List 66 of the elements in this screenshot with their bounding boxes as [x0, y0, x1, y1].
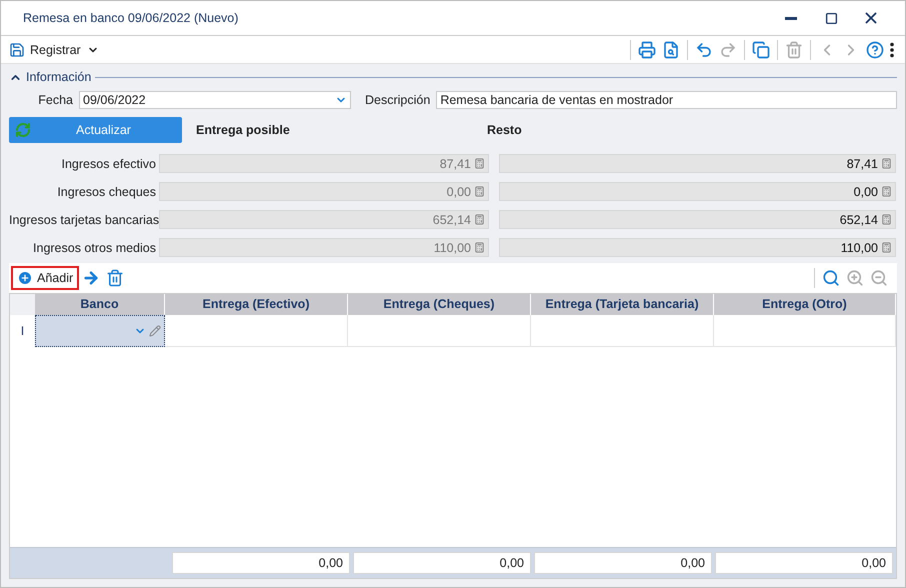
- calculator-icon: [474, 242, 485, 253]
- calculator-icon: [881, 186, 892, 197]
- column-header[interactable]: Entrega (Efectivo): [165, 294, 348, 315]
- pencil-icon: [149, 325, 161, 337]
- amount-field: 0,00: [159, 182, 489, 201]
- amount-field: 652,14: [499, 210, 896, 229]
- amount-field: 652,14: [159, 210, 489, 229]
- zoom-in-icon: [846, 269, 864, 287]
- register-button[interactable]: Registrar: [9, 42, 81, 58]
- amount-field: 87,41: [159, 154, 489, 173]
- help-icon: [866, 40, 884, 58]
- column-heading: Entrega posible: [195, 123, 291, 137]
- document-search-icon: [662, 40, 680, 58]
- undo-icon: [695, 40, 713, 58]
- column-header[interactable]: Entrega (Otro): [714, 294, 896, 315]
- column-header[interactable]: Banco: [35, 294, 165, 315]
- header-corner: [10, 294, 35, 315]
- maximize-icon: [824, 12, 838, 24]
- more-icon: [890, 42, 894, 58]
- bank-cell[interactable]: [35, 315, 165, 347]
- amount-label: Ingresos otros medios: [32, 240, 156, 254]
- window-title: Remesa en banco 09/06/2022 (Nuevo): [23, 11, 240, 25]
- total-cell: 0,00: [172, 552, 350, 574]
- calculator-icon: [474, 214, 485, 225]
- column-header[interactable]: Entrega (Cheques): [348, 294, 531, 315]
- redo-icon: [719, 40, 737, 58]
- description-field[interactable]: Remesa bancaria de ventas en mostrador: [436, 91, 897, 109]
- section-title: Información: [26, 70, 92, 84]
- print-icon: [638, 40, 656, 58]
- amount-field: 87,41: [499, 154, 896, 173]
- add-button[interactable]: Añadir: [11, 266, 80, 290]
- date-label: Fecha: [37, 93, 73, 107]
- table-cell[interactable]: [714, 315, 896, 347]
- save-icon: [9, 42, 25, 58]
- arrow-icon: [82, 269, 100, 287]
- zoom-out-icon: [870, 269, 888, 287]
- date-field[interactable]: 09/06/2022: [79, 91, 351, 109]
- calculator-icon: [474, 186, 485, 197]
- amount-label: Ingresos cheques: [56, 184, 156, 198]
- calculator-icon: [881, 242, 892, 253]
- amount-field: 110,00: [499, 238, 896, 257]
- table-cell[interactable]: [165, 315, 348, 347]
- search-icon: [822, 269, 840, 287]
- calculator-icon: [881, 214, 892, 225]
- row-indicator: I: [20, 323, 26, 340]
- refresh-icon: [15, 122, 31, 138]
- trash-icon: [106, 269, 124, 287]
- total-cell: 0,00: [534, 552, 712, 574]
- total-cell: 0,00: [715, 552, 893, 574]
- table-cell[interactable]: [531, 315, 714, 347]
- add-icon: [17, 270, 33, 286]
- minimize-icon: [785, 16, 797, 20]
- description-label: Descripción: [365, 93, 430, 107]
- column-header[interactable]: Entrega (Tarjeta bancaria): [531, 294, 714, 315]
- calculator-icon: [881, 158, 892, 169]
- total-cell: 0,00: [353, 552, 531, 574]
- more-button[interactable]: [887, 42, 897, 58]
- copy-icon: [752, 40, 770, 58]
- amount-label: Ingresos efectivo: [60, 156, 156, 170]
- column-heading: Resto: [487, 123, 522, 137]
- trash-icon: [785, 40, 803, 58]
- update-button[interactable]: Actualizar: [9, 117, 182, 143]
- table-cell[interactable]: [348, 315, 531, 347]
- calculator-icon: [474, 158, 485, 169]
- amount-field: 110,00: [159, 238, 489, 257]
- amount-field: 0,00: [499, 182, 896, 201]
